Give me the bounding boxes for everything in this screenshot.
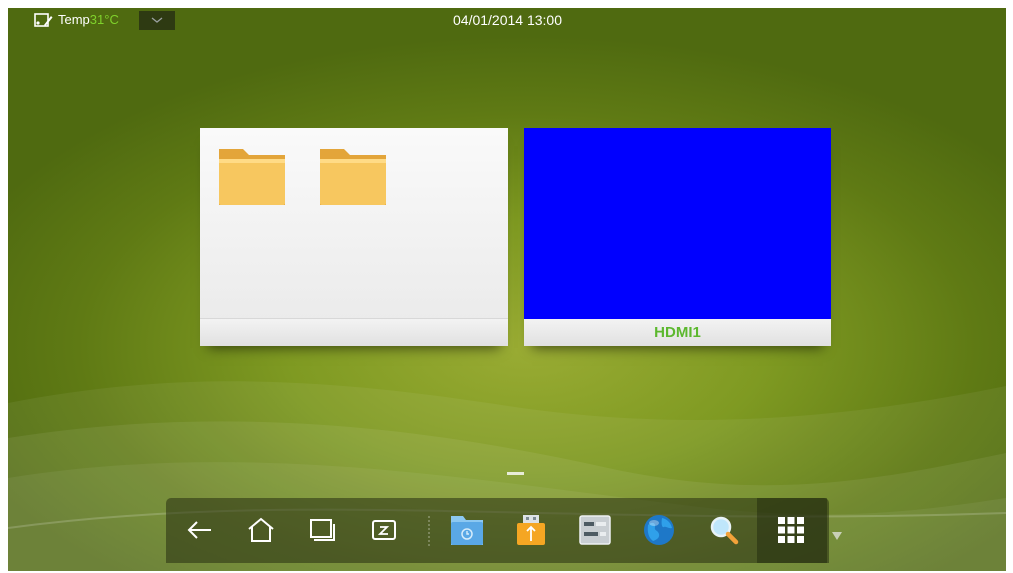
magnifier-icon — [710, 516, 739, 545]
hdmi-window-card[interactable]: HDMI1 — [524, 128, 831, 346]
desktop-screen: Temp31°C 04/01/2014 13:00 HDMI1 — [8, 8, 1006, 571]
temperature-label: Temp — [58, 12, 90, 27]
dock-bar — [166, 498, 829, 563]
usb-storage-button[interactable] — [513, 512, 549, 548]
back-arrow-icon — [187, 521, 211, 539]
page-indicator[interactable] — [507, 472, 524, 475]
browser-button[interactable] — [641, 512, 677, 548]
file-manager-button[interactable] — [449, 512, 485, 548]
hdmi-card-label: HDMI1 — [654, 324, 701, 341]
settings-panel-icon — [579, 515, 611, 545]
datetime: 04/01/2014 13:00 — [453, 12, 562, 28]
whiteboard-icon — [372, 520, 396, 540]
globe-icon — [644, 515, 674, 545]
temperature-readout: Temp31°C — [58, 12, 119, 27]
hdmi-card-footer: HDMI1 — [524, 319, 831, 346]
home-button[interactable] — [243, 512, 279, 548]
files-window-card[interactable] — [200, 128, 508, 346]
home-icon — [248, 517, 274, 542]
dock-collapse-button[interactable] — [831, 528, 843, 546]
recent-windows-button[interactable] — [304, 512, 340, 548]
files-card-footer — [200, 318, 508, 346]
dock-separator — [428, 516, 432, 546]
status-dropdown-button[interactable] — [139, 11, 175, 30]
status-bar: Temp31°C 04/01/2014 13:00 — [8, 8, 1006, 34]
apps-drawer-area — [757, 498, 827, 563]
folder-icon[interactable] — [318, 147, 388, 207]
search-button[interactable] — [706, 512, 742, 548]
back-button[interactable] — [182, 512, 218, 548]
apps-grid-icon — [778, 517, 804, 543]
temperature-value: 31°C — [89, 12, 119, 27]
all-apps-button[interactable] — [773, 512, 809, 548]
folder-icon[interactable] — [217, 147, 287, 207]
chevron-down-icon — [151, 17, 163, 23]
expand-down-icon — [832, 532, 842, 540]
recent-windows-icon — [310, 519, 335, 541]
whiteboard-button[interactable] — [366, 512, 402, 548]
usb-drive-icon — [517, 515, 545, 545]
folder-icon — [451, 516, 483, 545]
thermometer-icon — [34, 12, 54, 28]
settings-button[interactable] — [577, 512, 613, 548]
